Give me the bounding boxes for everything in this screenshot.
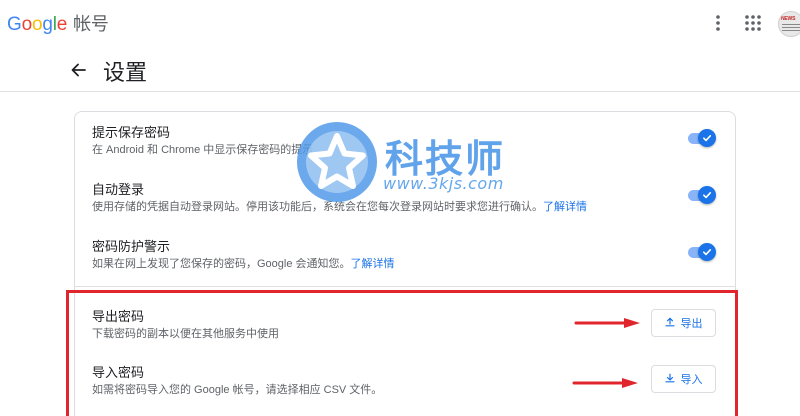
auto-sign-in-toggle[interactable] — [688, 185, 716, 205]
product-name: 帐号 — [73, 14, 109, 34]
setting-description: 如果在网上发现了您保存的密码，Google 会通知您。了解详情 — [92, 257, 732, 272]
setting-description: 使用存储的凭据自动登录网站。停用该功能后，系统会在您每次登录网站时要求您进行确认… — [92, 200, 732, 215]
arrow-back-icon[interactable] — [66, 58, 90, 82]
avatar-image-lines — [782, 24, 800, 32]
import-button-label: 导入 — [680, 374, 703, 386]
brand-letter: G — [7, 14, 22, 35]
watermark-star-logo — [297, 122, 377, 202]
page-header: 设置 — [0, 46, 800, 92]
import-button[interactable]: 导入 — [651, 365, 716, 393]
google-account-logo[interactable]: Google 帐号 — [7, 10, 109, 36]
export-button-label: 导出 — [680, 318, 703, 330]
upload-icon — [664, 317, 675, 330]
check-icon — [698, 243, 716, 261]
password-alerts-toggle[interactable] — [688, 242, 716, 262]
learn-more-link[interactable]: 了解详情 — [543, 201, 587, 213]
setting-title: 密码防护警示 — [92, 239, 171, 254]
more-vert-icon[interactable] — [707, 12, 729, 34]
avatar-text: NEWS — [781, 16, 796, 22]
setting-description: 下载密码的副本以便在其他服务中使用 — [92, 328, 279, 340]
watermark-url: www.3kjs.com — [383, 174, 504, 193]
top-bar: Google 帐号 NEWS — [0, 0, 800, 46]
learn-more-link[interactable]: 了解详情 — [351, 258, 395, 270]
avatar[interactable]: NEWS — [778, 11, 800, 37]
arrow-right-icon — [572, 378, 638, 388]
check-icon — [698, 129, 716, 147]
arrow-right-icon — [574, 318, 640, 328]
brand-letter: o — [31, 14, 43, 35]
check-icon — [698, 186, 716, 204]
brand-letter: e — [56, 14, 68, 35]
page-title: 设置 — [103, 60, 148, 85]
description-text: 如果在网上发现了您保存的密码，Google 会通知您。 — [92, 258, 351, 270]
export-button[interactable]: 导出 — [651, 309, 716, 337]
brand-letter: o — [21, 14, 33, 35]
setting-password-alerts: 密码防护警示 如果在网上发现了您保存的密码，Google 会通知您。了解详情 — [92, 239, 732, 272]
section-divider — [74, 286, 736, 287]
download-icon — [664, 373, 675, 386]
brand-letter: g — [42, 14, 53, 35]
apps-grid-icon[interactable] — [742, 12, 764, 34]
offer-to-save-toggle[interactable] — [688, 128, 716, 148]
